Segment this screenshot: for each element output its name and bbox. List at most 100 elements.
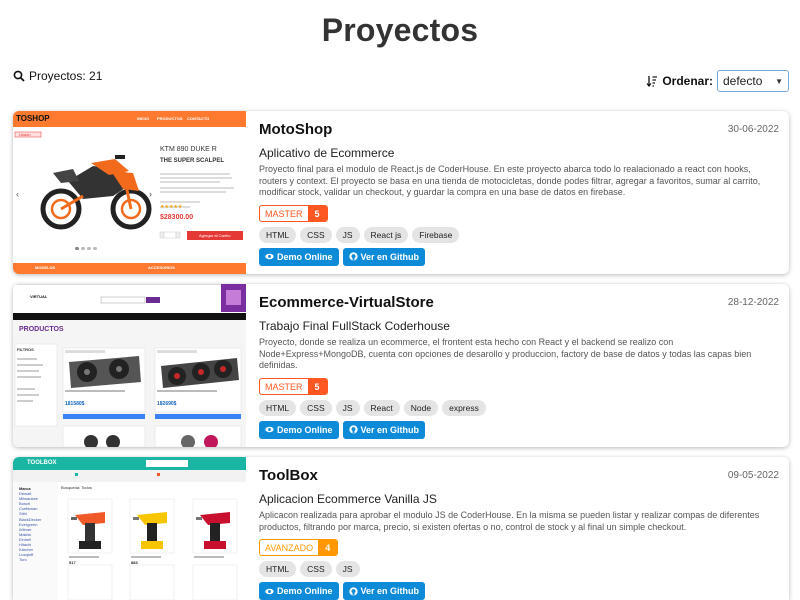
github-label: Ver en Github [360, 251, 420, 262]
tag: JS [335, 399, 360, 416]
project-card: VIRTUAL PRODUCTOS FILTROS 181580$ 182690… [13, 284, 789, 447]
thumb-nav-1: INICIO [137, 116, 150, 121]
github-label: Ver en Github [360, 586, 420, 596]
thumb-badge: Usado [19, 132, 31, 137]
eye-icon [265, 253, 274, 260]
github-icon [348, 252, 358, 261]
brand-item: BlackDecker [19, 516, 42, 522]
github-button[interactable]: Ver en Github [342, 247, 426, 266]
project-count: Proyectos: 21 [13, 69, 102, 83]
tag: JS [335, 226, 360, 243]
toolbox-screenshot [13, 457, 246, 600]
project-title: Ecommerce-VirtualStore [259, 294, 434, 311]
thumb-price: 182690$ [157, 401, 177, 407]
thumb-brand-list: Marca Dewalt Milwaukee Bosch Craftsman S… [19, 486, 41, 562]
thumb-price: 517 [69, 560, 76, 565]
project-date: 30-06-2022 [727, 124, 779, 135]
project-card: TOOLBOX Busqueda: Todos Marca Dewalt Mil… [13, 457, 789, 600]
tag: express [442, 399, 486, 416]
project-subtitle: Aplicativo de Ecommerce [259, 146, 395, 160]
project-date: 28-12-2022 [727, 297, 779, 308]
virtualstore-screenshot [13, 284, 246, 447]
project-card: ‹ › TOSHOP INICIO PRODUCTOS CONTACTO Usa… [13, 111, 789, 274]
project-subtitle: Aplicacion Ecommerce Vanilla JS [259, 492, 437, 506]
thumb-tagline: THE SUPER SCALPEL [160, 158, 225, 164]
github-icon [348, 586, 358, 596]
svg-text:‹: ‹ [16, 189, 19, 199]
demo-online-button[interactable]: Demo Online [259, 247, 339, 266]
github-button[interactable]: Ver en Github [342, 420, 426, 439]
project-date: 09-05-2022 [727, 470, 779, 481]
project-title: ToolBox [259, 467, 318, 484]
sort-select-value: defecto [723, 74, 763, 88]
thumb-nav-3: CONTACTO [187, 116, 210, 121]
thumb-logo: VIRTUAL [30, 294, 48, 299]
level-value: 5 [307, 205, 327, 221]
level-label: MASTER [265, 381, 303, 392]
project-count-label: Proyectos: 21 [29, 69, 103, 83]
github-label: Ver en Github [360, 424, 420, 435]
demo-online-label: Demo Online [277, 251, 333, 262]
project-description: Aplicacon realizada para aprobar el modu… [259, 510, 760, 532]
tag-list: HTML CSS JS React Node express [259, 399, 779, 416]
level-label: AVANZADO [265, 543, 314, 553]
thumb-heading: PRODUCTOS [19, 326, 64, 333]
brand-item: Toro [19, 557, 27, 563]
level-value: 4 [318, 540, 338, 555]
tag: CSS [300, 399, 332, 416]
project-description: Proyecto final para el modulo de React.j… [259, 164, 761, 197]
github-button[interactable]: Ver en Github [342, 582, 426, 600]
tag: React js [363, 226, 409, 243]
demo-online-button[interactable]: Demo Online [259, 582, 339, 600]
level-badge: MASTER 5 [259, 377, 328, 395]
thumb-price: 883 [131, 560, 138, 565]
thumb-rating: ★★★★★ [160, 204, 183, 210]
sort-select[interactable]: defecto ▼ [717, 70, 789, 92]
tag: CSS [300, 561, 332, 577]
chevron-down-icon: ▼ [775, 76, 783, 86]
tag: HTML [259, 226, 297, 243]
project-title: MotoShop [259, 121, 333, 138]
project-thumbnail[interactable]: TOOLBOX Busqueda: Todos Marca Dewalt Mil… [13, 457, 246, 600]
thumb-nav-2: PRODUCTOS [157, 116, 183, 121]
tag: React [363, 399, 400, 416]
github-icon [348, 425, 358, 434]
tag: JS [335, 561, 360, 577]
demo-online-label: Demo Online [277, 424, 333, 435]
thumb-price: $28300.00 [160, 214, 194, 221]
thumb-heading: Busqueda: Todos [61, 485, 92, 490]
project-description: Proyecto, donde se realiza un ecommerce,… [259, 337, 752, 370]
eye-icon [265, 426, 274, 433]
tag: CSS [300, 226, 332, 243]
level-badge: AVANZADO 4 [259, 539, 339, 556]
tag-list: HTML CSS JS React js Firebase [259, 226, 779, 243]
thumb-logo: TOSHOP [16, 114, 50, 123]
thumb-footer-1: MODELOS [35, 265, 56, 270]
search-icon [13, 70, 25, 82]
demo-online-button[interactable]: Demo Online [259, 420, 339, 439]
project-thumbnail[interactable]: VIRTUAL PRODUCTOS FILTROS 181580$ 182690… [13, 284, 246, 447]
sort-icon [646, 76, 658, 87]
eye-icon [265, 588, 274, 594]
sort-control: Ordenar: defecto ▼ [646, 70, 789, 92]
svg-text:›: › [149, 189, 152, 199]
tag: HTML [259, 561, 297, 577]
project-thumbnail[interactable]: ‹ › TOSHOP INICIO PRODUCTOS CONTACTO Usa… [13, 111, 246, 274]
level-label: MASTER [265, 208, 303, 219]
thumb-footer-2: ACCESORIOS [148, 265, 175, 270]
tag: Firebase [412, 226, 460, 243]
sort-label: Ordenar: [662, 74, 713, 88]
thumb-product: KTM 890 DUKE R [160, 146, 217, 153]
thumb-filter: FILTROS [17, 347, 34, 352]
motoshop-screenshot: ‹ › [13, 111, 246, 274]
tag: Node [403, 399, 439, 416]
level-value: 5 [307, 378, 327, 394]
thumb-cart-button: Agregar al Carrito [199, 233, 231, 238]
page-title: Proyectos [321, 12, 479, 48]
project-subtitle: Trabajo Final FullStack Coderhouse [259, 319, 450, 333]
demo-online-label: Demo Online [277, 586, 333, 596]
thumb-logo: TOOLBOX [27, 460, 57, 466]
thumb-price: 181580$ [65, 401, 85, 407]
tag-list: HTML CSS JS [259, 561, 779, 577]
level-badge: MASTER 5 [259, 204, 328, 222]
